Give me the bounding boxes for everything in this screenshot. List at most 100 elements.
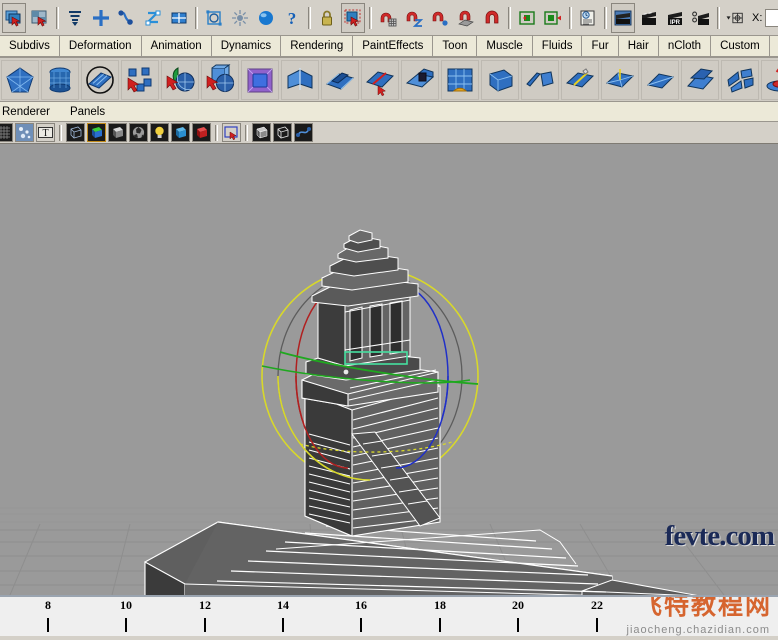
shelf-tab-hair[interactable]: Hair [618,36,659,56]
shelf-tab-deformation[interactable]: Deformation [59,36,142,56]
triangulate-icon[interactable] [641,59,679,100]
backface-culling-icon[interactable] [273,123,292,142]
shelf-tab-muscle[interactable]: Muscle [477,36,533,56]
render-sequence-icon[interactable]: IPR [663,2,687,33]
snap-to-curves-icon[interactable] [115,2,139,33]
shelf-tab-rendering[interactable]: Rendering [281,36,354,56]
extrude-face-icon[interactable] [321,59,359,100]
poke-face-icon[interactable] [601,59,639,100]
manip-center-handle [343,369,349,375]
shelf-tab-fur[interactable]: Fur [582,36,619,56]
status-line-toolbar: ? IPR X: [0,0,778,36]
panel-menu-renderer[interactable]: Renderer [0,106,60,118]
watermark-site-cn: 飞特教程网 [636,595,772,620]
input-connections-icon[interactable] [515,2,539,33]
time-tick-label: 14 [277,598,289,612]
smooth-wireframe-icon[interactable] [294,123,313,142]
toolbar-separator [508,6,511,29]
snap-to-planes-icon[interactable] [167,2,191,33]
bevel-icon[interactable] [441,59,479,100]
time-tick-mark [517,618,519,632]
coordinate-input[interactable] [765,8,778,27]
polygon-plane-icon[interactable] [81,59,119,100]
magnet-grid-icon[interactable] [376,2,400,33]
shelf-tab-custom[interactable]: Custom [711,36,770,56]
output-connections-icon[interactable] [541,2,565,33]
render-globals-icon[interactable] [254,2,278,33]
split-polygon-tool-icon[interactable] [361,59,399,100]
select-by-component-type-icon[interactable] [63,2,87,33]
time-tick-mark [439,618,441,632]
shelf-tab-painteffects[interactable]: PaintEffects [353,36,434,56]
select-by-object-type-icon[interactable] [28,2,52,33]
polygon-sphere-icon[interactable] [1,59,39,100]
pivot-dropdown-icon[interactable] [724,2,748,33]
ipr-render-icon[interactable] [637,2,661,33]
help-icon[interactable]: ? [280,2,304,33]
polygon-cylinder-icon[interactable] [41,59,79,100]
panel-toolbar: T [0,122,778,144]
shelf-tab-animation[interactable]: Animation [141,36,212,56]
use-all-lights-icon[interactable] [150,123,169,142]
time-tick-label: 20 [512,598,524,612]
booleans-difference-icon[interactable] [201,59,239,100]
isolate-select-icon[interactable] [222,123,241,142]
xray-icon[interactable] [192,123,211,142]
snap-to-grids-icon[interactable] [89,2,113,33]
toolbar-separator [604,6,607,29]
cut-faces-tool-icon[interactable] [561,59,599,100]
script-editor-icon[interactable] [576,2,600,33]
flat-shade-icon[interactable] [108,123,127,142]
shelf-tab-subdivs[interactable]: Subdivs [0,36,60,56]
mirror-geometry-icon[interactable] [281,59,319,100]
booleans-union-icon[interactable] [161,59,199,100]
text-display-icon[interactable]: T [36,123,55,142]
reverse-normals-icon[interactable] [761,59,778,100]
magnet-curve-icon[interactable] [402,2,426,33]
toolbar-separator [56,6,59,29]
magnet-live-icon[interactable] [480,2,504,33]
render-current-frame-icon[interactable] [611,2,635,33]
shadows-icon[interactable] [171,123,190,142]
construction-history-icon[interactable] [228,2,252,33]
time-tick-mark [204,618,206,632]
panel-menu-panels[interactable]: Panels [60,106,115,118]
textured-shading-icon[interactable] [129,123,148,142]
select-by-hierarchy-icon[interactable] [2,2,26,33]
magnet-point-icon[interactable] [428,2,452,33]
quadrangulate-icon[interactable] [681,59,719,100]
render-settings-icon[interactable] [689,2,713,33]
combine-icon[interactable] [121,59,159,100]
lock-icon[interactable] [315,2,339,33]
magnet-surface-icon[interactable] [454,2,478,33]
grid-display-icon[interactable] [0,123,13,142]
image-plane-icon[interactable] [15,123,34,142]
perspective-viewport[interactable]: fevte.com [0,144,778,595]
time-tick-mark [596,618,598,632]
shelf-icon-row [0,58,778,102]
panel-toolbar-separator [215,124,218,141]
wedge-face-icon[interactable] [481,59,519,100]
smooth-proxy-icon[interactable] [241,59,279,100]
snap-to-live-object-icon[interactable] [202,2,226,33]
merge-vertices-icon[interactable] [401,59,439,100]
smooth-shade-all-icon[interactable] [87,123,106,142]
wireframe-on-shaded-icon[interactable] [252,123,271,142]
shelf-tab-ncloth[interactable]: nCloth [658,36,712,56]
highlight-selection-icon[interactable] [341,2,365,33]
watermark-subtext: jiaocheng.chazidian.com [626,624,770,636]
wireframe-shading-icon[interactable] [66,123,85,142]
svg-text:T: T [42,128,48,139]
shelf-tab-dynamics[interactable]: Dynamics [211,36,282,56]
toolbar-separator [569,6,572,29]
time-slider[interactable]: 8 10 12 14 16 18 20 22 飞特教程网 jiaocheng.c… [0,595,778,636]
snap-to-points-icon[interactable] [141,2,165,33]
shelf-tab-toon[interactable]: Toon [433,36,478,56]
shelf-tab-strip: Subdivs Deformation Animation Dynamics R… [0,36,778,58]
time-tick-mark [47,618,49,632]
viewport-scene [0,144,778,595]
subdivide-icon[interactable] [721,59,759,100]
append-to-polygon-icon[interactable] [521,59,559,100]
shelf-tab-fluids[interactable]: Fluids [532,36,583,56]
time-tick-label: 12 [199,598,211,612]
